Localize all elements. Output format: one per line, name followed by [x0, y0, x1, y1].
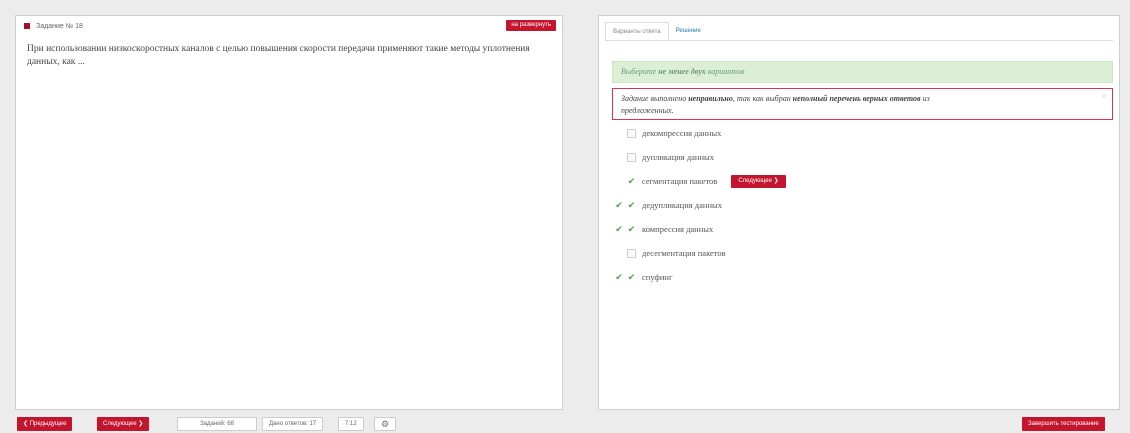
square-icon [24, 23, 30, 29]
tasks-count: Заданий: 68 [177, 417, 257, 431]
next-button[interactable]: Следующее ❯ [97, 417, 150, 431]
correct-check-icon: ✔ [615, 199, 623, 210]
timer: 7:12 [338, 417, 364, 431]
option-label: дупликация данных [642, 152, 714, 162]
tab-solution[interactable]: Решение [669, 22, 708, 41]
answer-option[interactable]: декомпрессия данных [613, 126, 721, 140]
tabs-divider [605, 40, 1113, 41]
checkbox-checked[interactable]: ✔ [627, 176, 636, 186]
task-panel: Задание № 18 на развернуть При использов… [15, 15, 563, 410]
answer-option[interactable]: ✔ ✔ компрессия данных [613, 222, 713, 236]
answer-option[interactable]: дупликация данных [613, 150, 714, 164]
close-icon[interactable]: × [1101, 91, 1106, 103]
checkbox-unchecked[interactable] [627, 152, 636, 162]
task-number: Задание № 18 [36, 22, 83, 30]
error-part3: из [920, 94, 930, 103]
error-part2: , так как выбран [732, 94, 793, 103]
answers-count: Дано ответов: 17 [262, 417, 324, 431]
hint-bold: не менее двух [658, 67, 706, 76]
error-bold1: неправильно [688, 94, 733, 103]
option-label: компрессия данных [642, 224, 714, 234]
hint-suffix: вариантов [705, 67, 745, 76]
prev-button[interactable]: ❮ Предыдущее [17, 417, 73, 431]
next-inline-button[interactable]: Следующее ❯ [731, 174, 786, 188]
hint-prefix: Выберите [621, 67, 659, 76]
correct-check-icon: ✔ [615, 271, 623, 282]
tab-answer-options[interactable]: Варианты ответа [605, 22, 669, 41]
checkbox-checked[interactable]: ✔ [627, 224, 636, 234]
error-part1: Задание выполнено [621, 94, 689, 103]
answer-option[interactable]: ✔ ✔ дедупликация данных [613, 198, 722, 212]
answer-option[interactable]: десегментация пакетов [613, 246, 726, 260]
question-text: При использовании низкоскоростных канало… [27, 44, 530, 67]
checkbox-checked[interactable]: ✔ [627, 272, 636, 282]
checkbox-checked[interactable]: ✔ [627, 200, 636, 210]
answer-tabs: Варианты ответа Решение [605, 22, 708, 41]
error-line2: предложенных. [621, 106, 674, 115]
hint-banner: Выберите не менее двух вариантов [612, 61, 1113, 83]
error-bold2: неполный перечень верных ответов [792, 94, 921, 103]
option-label: дедупликация данных [642, 200, 722, 210]
correct-check-icon: ✔ [615, 223, 623, 234]
option-label: спуфинг [642, 272, 673, 282]
answer-option[interactable]: ✔ сегментация пакетов Следующее ❯ [613, 174, 786, 188]
error-banner: Задание выполнено неправильно, так как в… [612, 88, 1113, 120]
checkbox-unchecked[interactable] [627, 128, 636, 138]
answer-panel: Варианты ответа Решение Выберите не мене… [598, 15, 1120, 410]
settings-icon[interactable]: ⚙ [374, 417, 397, 431]
checkbox-unchecked[interactable] [627, 248, 636, 258]
expand-button[interactable]: на развернуть [506, 20, 556, 31]
answer-option[interactable]: ✔ ✔ спуфинг [613, 270, 672, 284]
option-label: сегментация пакетов [642, 176, 718, 186]
option-label: декомпрессия данных [642, 128, 722, 138]
option-label: десегментация пакетов [642, 248, 726, 258]
finish-test-button[interactable]: Завершить тестирование [1022, 417, 1105, 431]
task-header: Задание № 18 [16, 16, 562, 36]
